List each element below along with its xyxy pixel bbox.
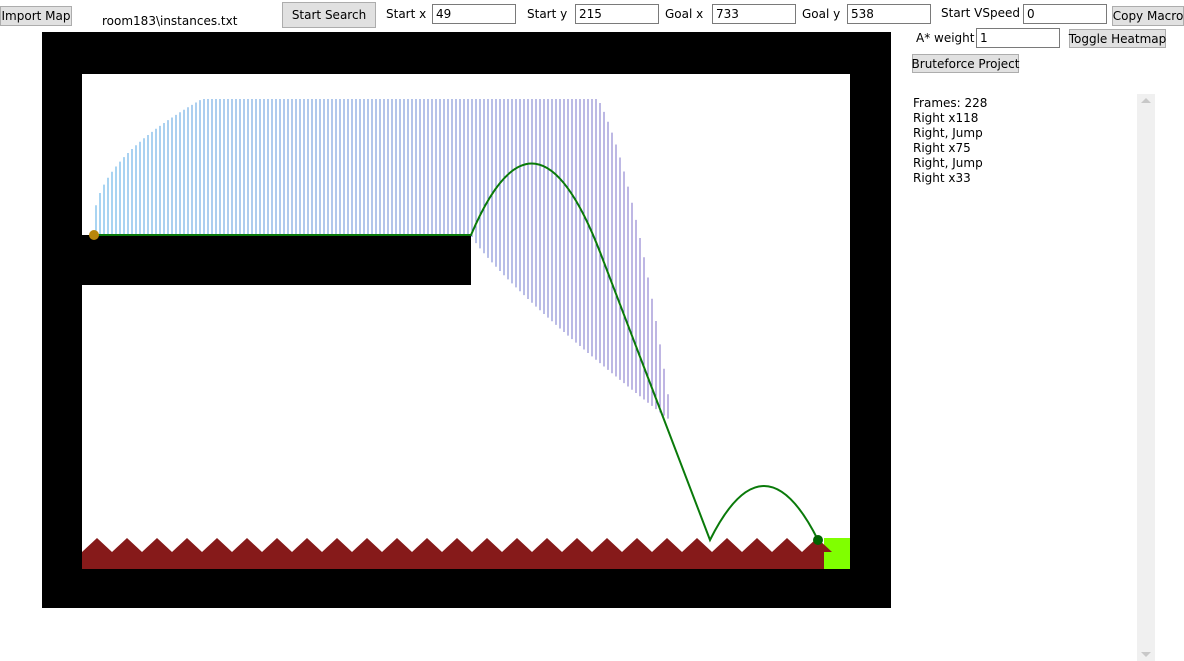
- start-y-field[interactable]: 215: [575, 4, 659, 24]
- spike-base: [82, 552, 824, 569]
- output-line: Right x33: [913, 171, 971, 185]
- goal-y-label: Goal y: [802, 7, 841, 21]
- goal-x-field[interactable]: 733: [712, 4, 796, 24]
- start-x-field[interactable]: 49: [432, 4, 516, 24]
- start-y-label: Start y: [527, 7, 568, 21]
- start-vspeed-field[interactable]: 0: [1023, 4, 1107, 24]
- output-line: Frames: 228: [913, 96, 988, 110]
- goal-x-label: Goal x: [665, 7, 704, 21]
- scroll-down-icon[interactable]: [1141, 652, 1151, 657]
- start-point: [89, 230, 99, 240]
- search-canvas[interactable]: [42, 32, 891, 608]
- platform-ledge: [82, 235, 471, 285]
- copy-macro-button[interactable]: Copy Macro: [1112, 6, 1184, 26]
- start-x-label: Start x: [386, 7, 427, 21]
- goal-point: [813, 535, 823, 545]
- scroll-up-icon[interactable]: [1141, 98, 1151, 103]
- room-interior: [82, 74, 850, 569]
- start-vspeed-label: Start VSpeed: [941, 6, 1020, 20]
- astar-weight-field[interactable]: 1: [976, 28, 1060, 48]
- output-line: Right x118: [913, 111, 979, 125]
- file-name-label: room183\instances.txt: [102, 14, 238, 28]
- start-search-button[interactable]: Start Search: [282, 2, 376, 28]
- astar-weight-label: A* weight: [916, 31, 975, 45]
- output-line: Right, Jump: [913, 126, 983, 140]
- bruteforce-project-button[interactable]: Bruteforce Project: [912, 54, 1019, 73]
- toggle-heatmap-button[interactable]: Toggle Heatmap: [1069, 29, 1166, 48]
- goal-zone: [824, 538, 850, 569]
- goal-y-field[interactable]: 538: [847, 4, 931, 24]
- output-line: Right x75: [913, 141, 971, 155]
- macro-output: Frames: 228 Right x118 Right, Jump Right…: [913, 96, 987, 186]
- output-line: Right, Jump: [913, 156, 983, 170]
- output-scrollbar[interactable]: [1137, 94, 1155, 661]
- import-map-button[interactable]: Import Map: [0, 6, 72, 26]
